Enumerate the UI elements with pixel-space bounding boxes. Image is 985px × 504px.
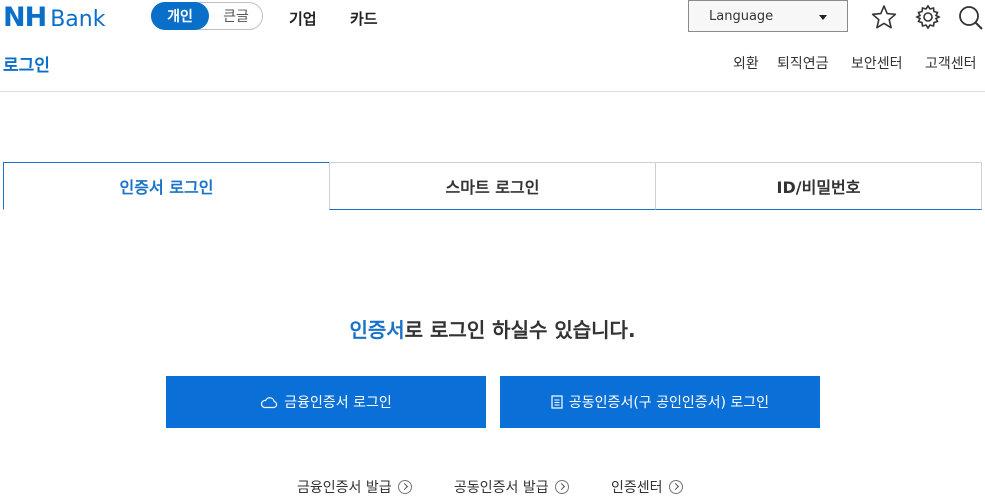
financial-certificate-login-button[interactable]: 금융인증서 로그인: [166, 376, 486, 428]
message-highlight: 인증서: [349, 318, 405, 342]
issue-financial-certificate-label: 금융인증서 발급: [297, 480, 392, 496]
message-text: 로 로그인 하실수 있습니다.: [404, 318, 636, 342]
tab-smart-login[interactable]: 스마트 로그인: [329, 162, 656, 210]
link-issue-financial-certificate[interactable]: 금융인증서 발급: [297, 477, 412, 497]
tab-certificate-login[interactable]: 인증서 로그인: [3, 162, 330, 210]
nav-card[interactable]: 카드: [350, 8, 378, 29]
link-security-center[interactable]: 보안센터: [851, 53, 903, 73]
chevron-right-circle-icon: [668, 480, 683, 494]
link-forex[interactable]: 외환: [733, 53, 759, 73]
star-icon[interactable]: [871, 4, 897, 30]
tab-id-password[interactable]: ID/비밀번호: [655, 162, 982, 210]
financial-certificate-login-label: 금융인증서 로그인: [284, 395, 392, 411]
header-divider: [0, 91, 985, 92]
gear-icon[interactable]: [915, 4, 941, 30]
certificate-center-label: 인증센터: [611, 480, 663, 496]
nav-corporate[interactable]: 기업: [289, 8, 317, 29]
link-certificate-center[interactable]: 인증센터: [611, 477, 683, 497]
issue-joint-certificate-label: 공동인증서 발급: [454, 480, 549, 496]
chevron-right-circle-icon: [397, 480, 412, 494]
caret-down-icon: [819, 15, 827, 20]
search-icon[interactable]: [957, 4, 983, 30]
link-customer-center[interactable]: 고객센터: [925, 53, 977, 73]
logo-nh-text: NH: [3, 2, 47, 33]
nh-bank-logo[interactable]: NH Bank: [3, 2, 106, 33]
logo-bank-text: Bank: [50, 7, 106, 32]
joint-certificate-login-button[interactable]: 공동인증서(구 공인인증서) 로그인: [500, 376, 820, 428]
link-issue-joint-certificate[interactable]: 공동인증서 발급: [454, 477, 569, 497]
page-title: 로그인: [3, 56, 50, 76]
joint-certificate-login-label: 공동인증서(구 공인인증서) 로그인: [568, 395, 770, 411]
toggle-large-font[interactable]: 큰글: [209, 3, 263, 29]
toggle-personal[interactable]: 개인: [151, 2, 209, 30]
document-icon: [551, 395, 563, 409]
link-retirement-pension[interactable]: 퇴직연금: [777, 53, 829, 73]
login-instruction: 인증서로 로그인 하실수 있습니다.: [0, 314, 985, 343]
cloud-icon: [261, 397, 278, 409]
language-label: Language: [709, 9, 774, 24]
chevron-right-circle-icon: [554, 480, 569, 494]
personal-largefont-toggle: 개인 큰글: [151, 2, 263, 30]
language-select[interactable]: Language: [688, 0, 848, 32]
